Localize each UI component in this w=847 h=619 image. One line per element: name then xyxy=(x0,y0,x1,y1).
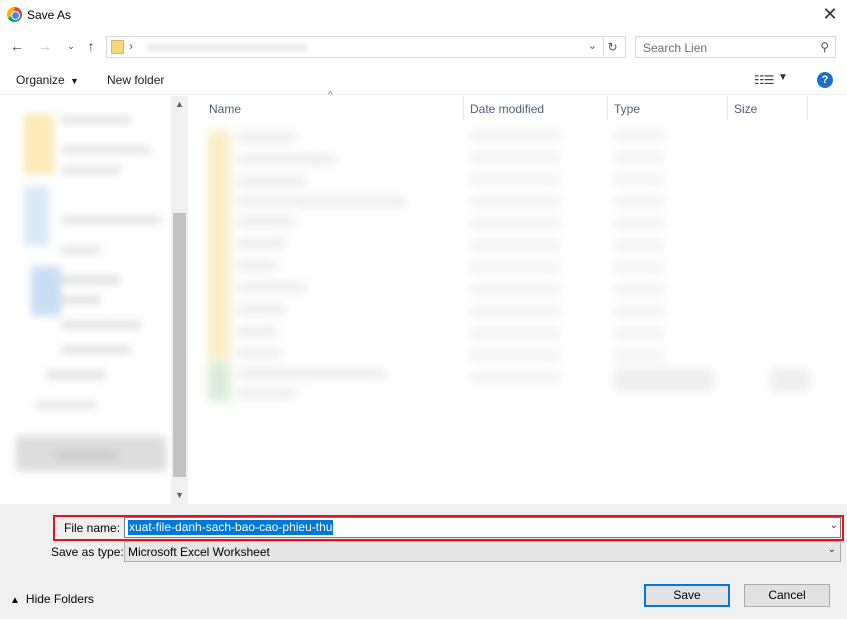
close-icon[interactable]: ✕ xyxy=(820,4,840,24)
save-as-type-value: Microsoft Excel Worksheet xyxy=(128,545,270,559)
organize-label: Organize xyxy=(16,73,65,87)
save-as-dialog: Save As ✕ ← → ⌄ ↑ › ⌄ ↻ Search Lien ⚲ Or… xyxy=(0,0,847,619)
address-bar[interactable]: › ⌄ ↻ xyxy=(106,36,626,58)
caret-down-icon: ▼ xyxy=(70,76,79,86)
hide-folders-label: Hide Folders xyxy=(25,592,94,606)
column-divider xyxy=(463,96,464,120)
scrollbar-thumb[interactable] xyxy=(173,213,186,477)
scroll-up-icon[interactable]: ▲ xyxy=(171,96,188,113)
file-list[interactable]: Name ^ Date modified Type Size xyxy=(196,90,847,504)
organize-button[interactable]: Organize ▼ xyxy=(16,73,79,87)
save-as-type-label: Save as type: xyxy=(51,545,124,559)
save-options-panel: File name: xuat-file-danh-sach-bao-cao-p… xyxy=(0,504,847,619)
caret-up-icon: ▲ xyxy=(10,595,20,606)
navigation-pane[interactable] xyxy=(0,96,188,504)
navigation-tree-blurred xyxy=(16,106,166,486)
chevron-down-icon: ⌄ xyxy=(67,41,75,51)
search-icon[interactable]: ⚲ xyxy=(820,40,829,54)
folder-icon xyxy=(111,40,124,54)
back-button[interactable]: ← xyxy=(9,37,25,55)
save-as-type-dropdown-icon[interactable]: ⌄ xyxy=(828,544,836,555)
chrome-icon xyxy=(7,7,22,22)
search-placeholder[interactable]: Search Lien xyxy=(643,41,707,55)
new-folder-button[interactable]: New folder xyxy=(107,73,164,87)
file-rows-blurred xyxy=(200,122,812,422)
cancel-button[interactable]: Cancel xyxy=(744,584,830,607)
refresh-icon[interactable]: ↻ xyxy=(603,38,621,56)
address-path-blurred xyxy=(147,44,307,51)
window-title: Save As xyxy=(27,8,72,22)
search-box[interactable]: Search Lien ⚲ xyxy=(635,36,836,58)
column-size[interactable]: Size xyxy=(734,102,757,116)
sort-ascending-icon: ^ xyxy=(328,90,333,101)
column-divider xyxy=(727,96,728,120)
column-divider xyxy=(607,96,608,120)
view-details-icon[interactable]: ☷☰ xyxy=(754,73,774,87)
file-name-highlight xyxy=(53,515,844,541)
chevron-right-icon[interactable]: › xyxy=(129,39,133,53)
column-divider xyxy=(807,96,808,120)
forward-button[interactable]: → xyxy=(37,37,53,55)
save-as-type-select[interactable]: Microsoft Excel Worksheet ⌄ xyxy=(124,541,841,562)
column-type[interactable]: Type xyxy=(614,102,640,116)
column-name[interactable]: Name xyxy=(209,102,241,116)
help-icon[interactable]: ? xyxy=(817,72,833,88)
navigation-scrollbar[interactable]: ▲ ▼ xyxy=(171,96,188,504)
up-button[interactable]: ↑ xyxy=(83,37,99,55)
navigation-bar: ← → ⌄ ↑ › ⌄ ↻ Search Lien ⚲ xyxy=(0,34,847,60)
scroll-down-icon[interactable]: ▼ xyxy=(171,487,188,504)
arrow-up-icon: ↑ xyxy=(87,38,95,54)
arrow-left-icon: ← xyxy=(10,38,24,54)
address-dropdown-icon[interactable]: ⌄ xyxy=(588,39,597,52)
arrow-right-icon: → xyxy=(38,38,52,54)
column-date-modified[interactable]: Date modified xyxy=(470,102,544,116)
hide-folders-button[interactable]: ▲ Hide Folders xyxy=(10,592,94,606)
command-toolbar: Organize ▼ New folder ☷☰ ▼ ? xyxy=(0,65,847,95)
save-button[interactable]: Save xyxy=(644,584,730,607)
title-bar: Save As ✕ xyxy=(0,0,847,30)
recent-locations-button[interactable]: ⌄ xyxy=(63,37,79,55)
view-dropdown-icon[interactable]: ▼ xyxy=(778,72,788,83)
